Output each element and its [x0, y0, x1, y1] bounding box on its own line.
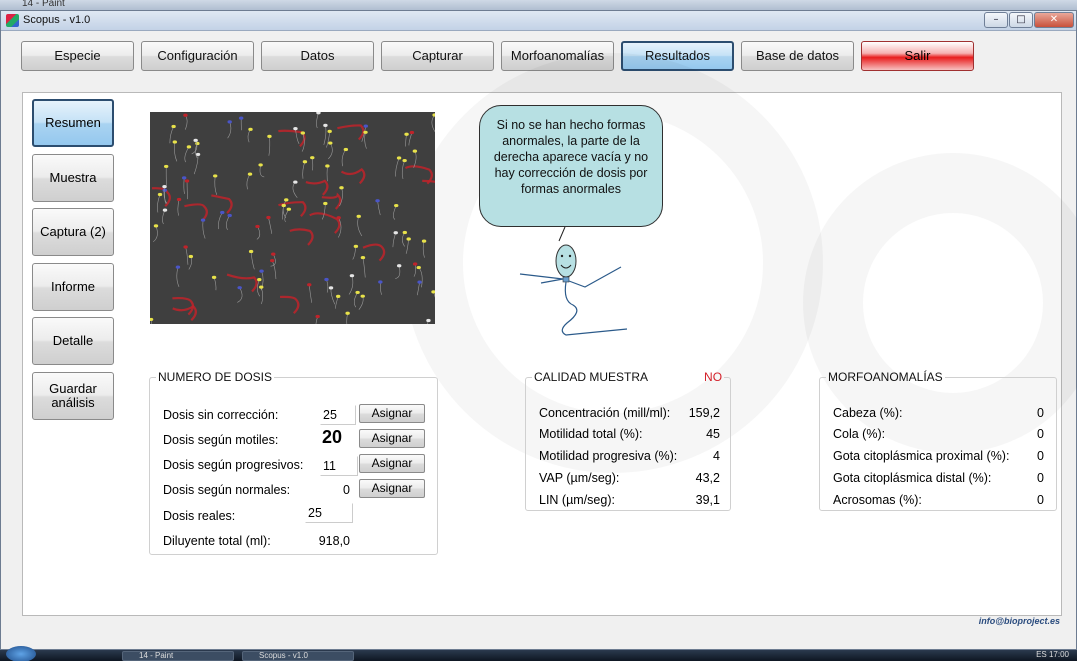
- calidad-group: CALIDAD MUESTRA NO Concentración (mill/ml…: [525, 370, 731, 511]
- stick-figure-illustration: [519, 226, 628, 336]
- acrosomas-label: Acrosomas (%):: [833, 493, 922, 507]
- cabeza-value: 0: [1037, 406, 1044, 420]
- dosis-normales-value: 0: [343, 483, 350, 497]
- window-title: Scopus - v1.0: [23, 14, 91, 26]
- nav-capturar-button[interactable]: Capturar: [381, 41, 494, 71]
- lin-value: 39,1: [695, 493, 720, 507]
- asignar-progresivos-button[interactable]: Asignar: [359, 454, 425, 473]
- dosis-reales-label: Dosis reales:: [163, 509, 236, 523]
- morfoanomalias-group-title: MORFOANOMALÍAS: [828, 370, 943, 384]
- taskbar-item-scopus[interactable]: Scopus - v1.0: [242, 651, 354, 661]
- background-window-title: 14 - Paint: [22, 0, 65, 9]
- acrosomas-value: 0: [1037, 493, 1044, 507]
- vap-value: 43,2: [695, 471, 720, 485]
- gota-proximal-label: Gota citoplásmica proximal (%):: [833, 449, 1010, 463]
- vap-label: VAP (µm/seg):: [539, 471, 620, 485]
- cola-label: Cola (%):: [833, 427, 886, 441]
- app-window: Scopus - v1.0 – □ ✕ Especie Configuració…: [0, 10, 1077, 650]
- dosis-group: NUMERO DE DOSIS Dosis sin corrección: 25…: [149, 370, 438, 555]
- motilidad-total-value: 45: [706, 427, 720, 441]
- side-informe-button[interactable]: Informe: [32, 263, 114, 311]
- asignar-sin-correccion-button[interactable]: Asignar: [359, 404, 425, 423]
- nav-especie-button[interactable]: Especie: [21, 41, 134, 71]
- system-tray: ES 17:00: [1036, 650, 1069, 659]
- dosis-motiles-value: 20: [322, 427, 343, 447]
- nav-salir-button[interactable]: Salir: [861, 41, 974, 71]
- concentracion-value: 159,2: [688, 406, 720, 420]
- calidad-group-title: CALIDAD MUESTRA NO: [532, 370, 724, 384]
- title-bar: Scopus - v1.0 – □ ✕: [1, 11, 1076, 31]
- dosis-normales-label: Dosis según normales:: [163, 483, 291, 497]
- nav-configuracion-button[interactable]: Configuración: [141, 41, 254, 71]
- taskbar: 14 - Paint Scopus - v1.0 ES 17:00: [0, 646, 1077, 661]
- side-resumen-button[interactable]: Resumen: [32, 99, 114, 147]
- start-button[interactable]: [6, 646, 36, 661]
- top-navigation: Especie Configuración Datos Capturar Mor…: [21, 41, 974, 71]
- gota-distal-value: 0: [1037, 471, 1044, 485]
- side-detalle-button[interactable]: Detalle: [32, 317, 114, 365]
- maximize-button[interactable]: □: [1009, 12, 1033, 28]
- dosis-motiles-label: Dosis según motiles:: [163, 433, 279, 447]
- app-icon: [6, 14, 19, 27]
- cola-value: 0: [1037, 427, 1044, 441]
- morfoanomalias-group: MORFOANOMALÍAS Cabeza (%): 0 Cola (%): 0…: [819, 370, 1057, 511]
- window-controls: – □ ✕: [984, 12, 1074, 28]
- calidad-status: NO: [704, 370, 723, 384]
- asignar-motiles-button[interactable]: Asignar: [359, 429, 425, 448]
- side-guardar-analisis-button[interactable]: Guardar análisis: [32, 372, 114, 420]
- taskbar-item-paint[interactable]: 14 - Paint: [122, 651, 234, 661]
- side-muestra-button[interactable]: Muestra: [32, 154, 114, 202]
- dosis-progresivos-field[interactable]: 11: [320, 456, 358, 476]
- diluyente-total-label: Diluyente total (ml):: [163, 534, 271, 548]
- dosis-reales-field[interactable]: 25: [305, 503, 353, 523]
- speech-bubble: Si no se han hecho formas anormales, la …: [479, 105, 663, 227]
- dosis-sin-correccion-label: Dosis sin corrección:: [163, 408, 279, 422]
- results-panel: Resumen Muestra Captura (2) Informe Deta…: [22, 92, 1062, 616]
- sample-image: [150, 112, 435, 324]
- calidad-title-text: CALIDAD MUESTRA: [534, 370, 649, 384]
- gota-distal-label: Gota citoplásmica distal (%):: [833, 471, 992, 485]
- lin-label: LIN (µm/seg):: [539, 493, 615, 507]
- nav-base-datos-button[interactable]: Base de datos: [741, 41, 854, 71]
- close-button[interactable]: ✕: [1034, 12, 1074, 28]
- dosis-group-title: NUMERO DE DOSIS: [158, 370, 273, 384]
- nav-datos-button[interactable]: Datos: [261, 41, 374, 71]
- diluyente-total-value: 918,0: [318, 534, 350, 548]
- dosis-progresivos-label: Dosis según progresivos:: [163, 458, 304, 472]
- sperm-cells-graphic: [150, 112, 435, 324]
- asignar-normales-button[interactable]: Asignar: [359, 479, 425, 498]
- side-captura-button[interactable]: Captura (2): [32, 208, 114, 256]
- contact-email-link[interactable]: info@bioproject.es: [979, 616, 1060, 626]
- concentracion-label: Concentración (mill/ml):: [539, 406, 671, 420]
- motilidad-total-label: Motilidad total (%):: [539, 427, 643, 441]
- dosis-sin-correccion-field[interactable]: 25: [320, 405, 356, 425]
- motilidad-progresiva-value: 4: [713, 449, 720, 463]
- cabeza-label: Cabeza (%):: [833, 406, 903, 420]
- gota-proximal-value: 0: [1037, 449, 1044, 463]
- minimize-button[interactable]: –: [984, 12, 1008, 28]
- motilidad-progresiva-label: Motilidad progresiva (%):: [539, 449, 678, 463]
